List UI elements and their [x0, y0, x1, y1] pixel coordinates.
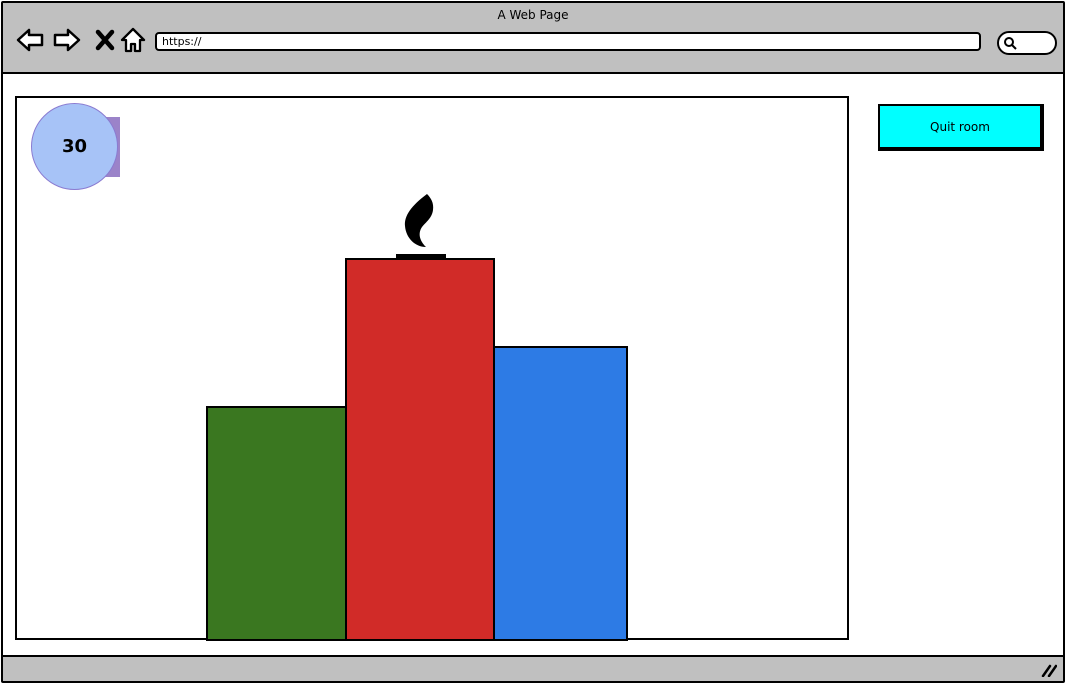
status-bar [3, 655, 1063, 681]
podium-second-place [206, 406, 348, 641]
resize-grip-icon[interactable] [1041, 663, 1057, 677]
search-icon [1004, 37, 1017, 50]
home-icon[interactable] [118, 25, 148, 55]
url-input[interactable]: https:// [155, 32, 981, 51]
countdown-timer: 30 [31, 103, 118, 190]
podium-third-place [493, 346, 628, 641]
search-box[interactable] [997, 31, 1057, 55]
back-arrow-icon[interactable] [15, 25, 45, 55]
browser-toolbar: A Web Page https:// [3, 3, 1063, 74]
podium-first-place [345, 258, 495, 641]
flame-icon [400, 193, 440, 249]
window-title: A Web Page [497, 8, 569, 22]
close-x-icon[interactable] [90, 25, 120, 55]
quit-room-button[interactable]: Quit room [878, 104, 1044, 151]
forward-arrow-icon[interactable] [52, 25, 82, 55]
torch-base [396, 254, 446, 259]
